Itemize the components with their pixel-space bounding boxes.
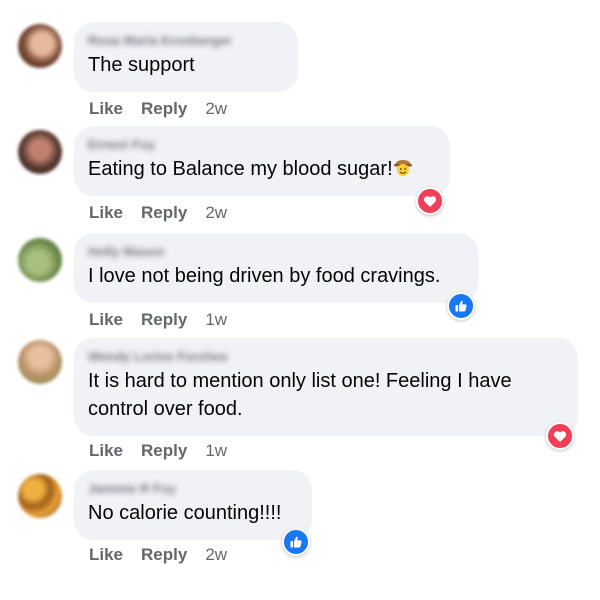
comment-text-line-1: It is hard to mention only list one! Fee… xyxy=(88,370,512,392)
comment-author[interactable]: Rosa Maria Kronberger xyxy=(88,31,282,51)
comment-author[interactable]: Wendy Lorins Forshee xyxy=(88,347,562,367)
comment-actions: Like Reply 2w xyxy=(89,203,227,223)
timestamp[interactable]: 1w xyxy=(205,310,227,329)
comment-bubble: Wendy Lorins Forshee It is hard to menti… xyxy=(74,338,578,436)
comment-bubble: Jammie R Foy No calorie counting!!!! xyxy=(74,470,312,540)
comment-text-content: Eating to Balance my blood sugar! xyxy=(88,158,393,180)
like-button[interactable]: Like xyxy=(89,203,123,222)
like-reaction-icon[interactable] xyxy=(447,292,475,320)
avatar[interactable] xyxy=(18,130,62,174)
reply-button[interactable]: Reply xyxy=(141,99,187,118)
comment-author[interactable]: Ernest Foy xyxy=(88,135,434,155)
like-reaction-icon[interactable] xyxy=(282,528,310,556)
comment-actions: Like Reply 1w xyxy=(89,441,227,461)
comment-bubble: Holly Mason I love not being driven by f… xyxy=(74,233,478,303)
like-button[interactable]: Like xyxy=(89,310,123,329)
like-button[interactable]: Like xyxy=(89,545,123,564)
like-button[interactable]: Like xyxy=(89,441,123,460)
comment-author[interactable]: Holly Mason xyxy=(88,242,462,262)
comment-actions: Like Reply 2w xyxy=(89,545,227,565)
reply-button[interactable]: Reply xyxy=(141,203,187,222)
timestamp[interactable]: 2w xyxy=(205,203,227,222)
avatar[interactable] xyxy=(18,24,62,68)
timestamp[interactable]: 1w xyxy=(205,441,227,460)
love-reaction-icon[interactable] xyxy=(416,187,444,215)
like-button[interactable]: Like xyxy=(89,99,123,118)
cowboy-face-emoji xyxy=(393,157,413,177)
comment-text-line-2: control over food. xyxy=(88,398,243,420)
avatar[interactable] xyxy=(18,238,62,282)
comment-actions: Like Reply 2w xyxy=(89,99,227,119)
comment-text: Eating to Balance my blood sugar! xyxy=(88,155,434,183)
comment-text: The support xyxy=(88,54,195,76)
timestamp[interactable]: 2w xyxy=(205,99,227,118)
comment-bubble: Ernest Foy Eating to Balance my blood su… xyxy=(74,126,450,196)
reply-button[interactable]: Reply xyxy=(141,441,187,460)
reply-button[interactable]: Reply xyxy=(141,545,187,564)
love-reaction-icon[interactable] xyxy=(546,422,574,450)
comment-text: No calorie counting!!!! xyxy=(88,502,282,524)
reply-button[interactable]: Reply xyxy=(141,310,187,329)
timestamp[interactable]: 2w xyxy=(205,545,227,564)
comment-actions: Like Reply 1w xyxy=(89,310,227,330)
comment-text: I love not being driven by food cravings… xyxy=(88,265,441,287)
avatar[interactable] xyxy=(18,474,62,518)
comment-bubble: Rosa Maria Kronberger The support xyxy=(74,22,298,92)
comment-author[interactable]: Jammie R Foy xyxy=(88,479,296,499)
avatar[interactable] xyxy=(18,340,62,384)
